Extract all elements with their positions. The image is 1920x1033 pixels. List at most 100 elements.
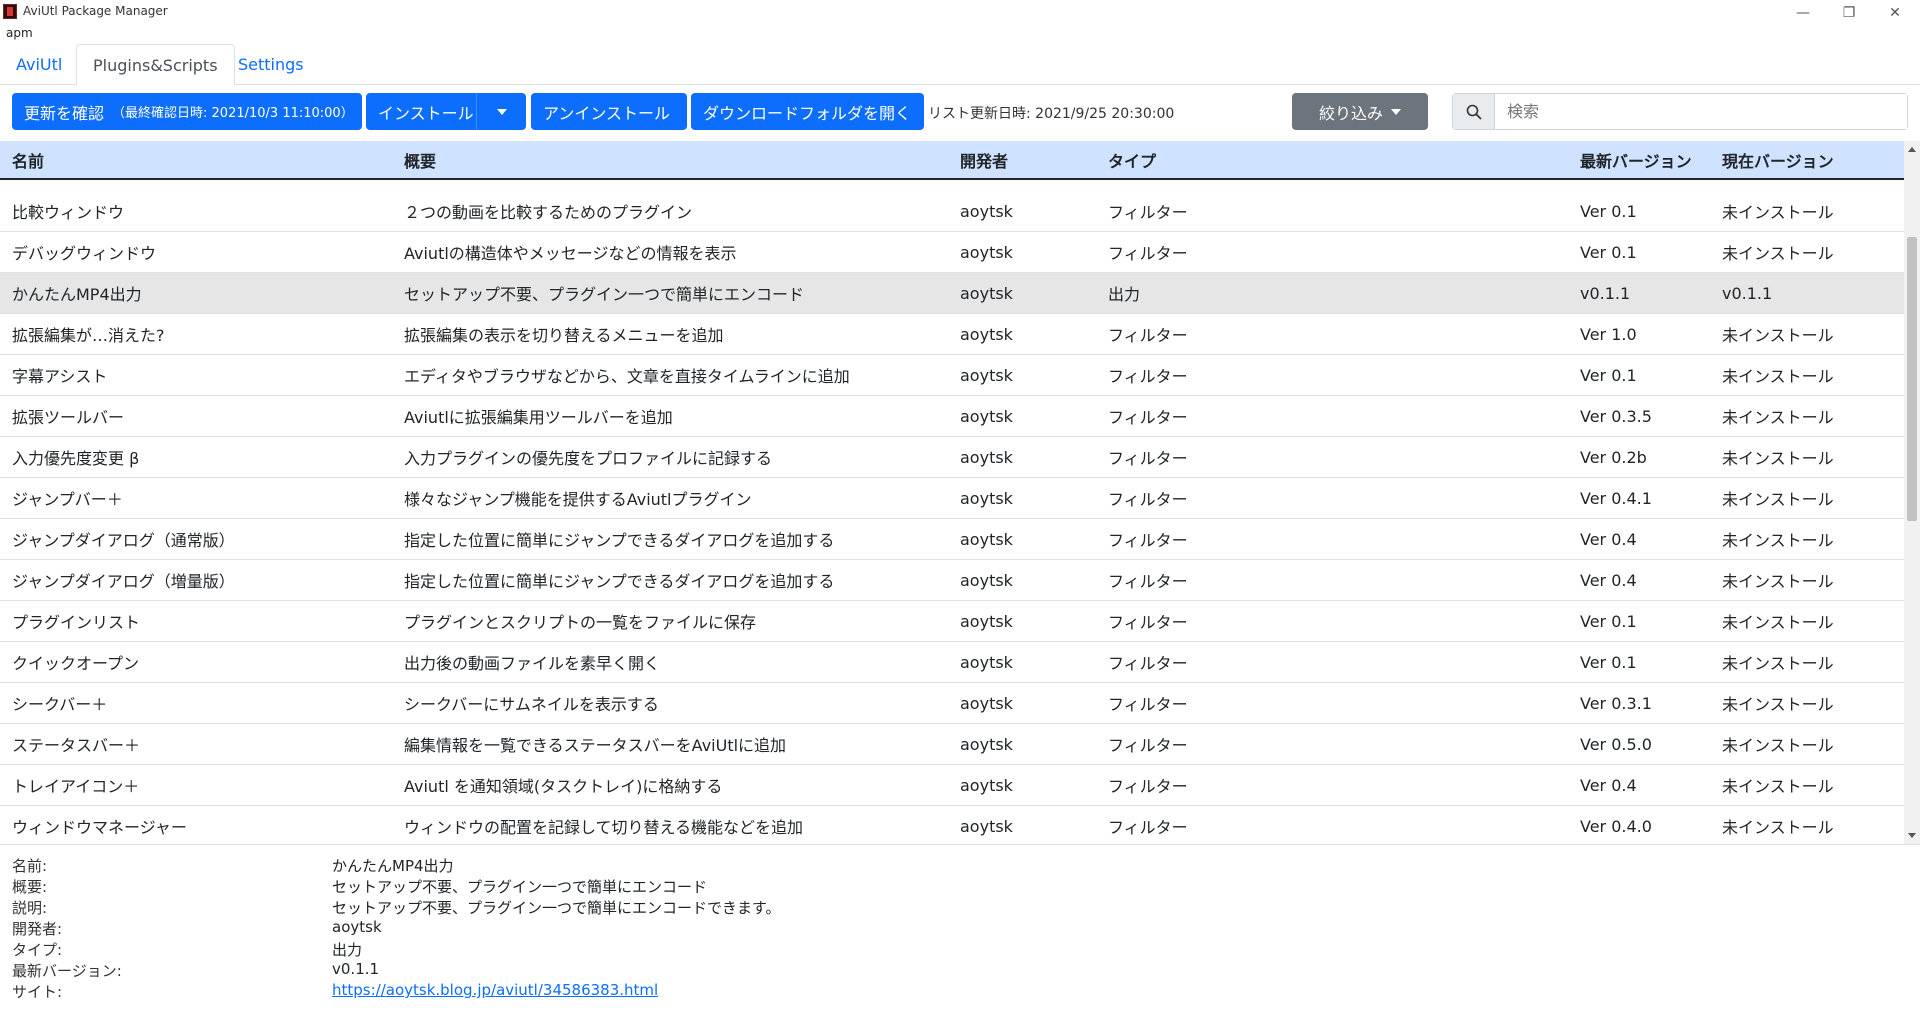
- cell-current-version: 未インストール: [1722, 613, 1834, 632]
- table-row[interactable]: クイックオープン 出力後の動画ファイルを素早く開く aoytsk フィルター Ver 0…: [0, 642, 1904, 683]
- cell-summary: セットアップ不要、プラグイン一つで簡単にエンコード: [404, 285, 805, 304]
- close-button[interactable]: ✕: [1872, 0, 1918, 26]
- window-title: AviUtl Package Manager: [23, 4, 168, 18]
- open-download-folder-button[interactable]: ダウンロードフォルダを開く: [691, 93, 924, 130]
- package-table: 名前 概要 開発者 タイプ 最新バージョン 現在バージョン 比較ウィンドウ ２つの…: [0, 141, 1904, 844]
- cell-latest-version: Ver 0.1: [1580, 242, 1637, 262]
- cell-developer: aoytsk: [960, 816, 1013, 836]
- cell-latest-version: Ver 0.3.1: [1580, 693, 1652, 713]
- scroll-down-arrow-icon[interactable]: [1908, 833, 1916, 838]
- cell-current-version: 未インストール: [1722, 777, 1834, 796]
- header-latest-version[interactable]: 最新バージョン: [1580, 141, 1692, 178]
- table-row[interactable]: 比較ウィンドウ ２つの動画を比較するためのプラグイン aoytsk フィルター Ver …: [0, 191, 1904, 232]
- uninstall-label: アンインストール: [543, 103, 671, 123]
- install-button[interactable]: インストール: [366, 93, 476, 130]
- cell-current-version: 未インストール: [1722, 203, 1834, 222]
- cell-summary: シークバーにサムネイルを表示する: [404, 695, 659, 714]
- cell-current-version: 未インストール: [1722, 818, 1834, 837]
- table-header: 名前 概要 開発者 タイプ 最新バージョン 現在バージョン: [0, 141, 1904, 180]
- cell-name: かんたんMP4出力: [12, 285, 142, 304]
- cell-developer: aoytsk: [960, 734, 1013, 754]
- header-type[interactable]: タイプ: [1108, 141, 1156, 178]
- tab-aviutl[interactable]: AviUtl: [0, 44, 78, 85]
- cell-current-version: v0.1.1: [1722, 283, 1773, 303]
- cell-type: フィルター: [1108, 736, 1188, 755]
- cell-developer: aoytsk: [960, 775, 1013, 795]
- table-row[interactable]: ジャンプバー＋ 様々なジャンプ機能を提供するAviutlプラグイン aoytsk フィ…: [0, 478, 1904, 519]
- table-row[interactable]: ステータスバー＋ 編集情報を一覧できるステータスバーをAviUtlに追加 aoyts…: [0, 724, 1904, 765]
- cell-latest-version: v0.1.1: [1580, 283, 1631, 303]
- cell-name: デバッグウィンドウ: [12, 244, 157, 263]
- cell-developer: aoytsk: [960, 324, 1013, 344]
- table-row[interactable]: 入力優先度変更 β 入力プラグインの優先度をプロファイルに記録する aoytsk フィ…: [0, 437, 1904, 478]
- header-developer[interactable]: 開発者: [960, 141, 1008, 178]
- cell-type: フィルター: [1108, 490, 1188, 509]
- uninstall-button[interactable]: アンインストール: [531, 93, 687, 130]
- detail-row: サイト: https://aoytsk.blog.jp/aviutl/345863…: [0, 977, 1920, 1003]
- cell-type: 出力: [1108, 285, 1141, 304]
- scroll-up-arrow-icon[interactable]: [1908, 147, 1916, 152]
- cell-latest-version: Ver 0.4: [1580, 529, 1637, 549]
- cell-name: シークバー＋: [12, 695, 108, 714]
- table-scrollbar[interactable]: [1904, 141, 1920, 844]
- cell-developer: aoytsk: [960, 242, 1013, 262]
- table-row[interactable]: デバッグウィンドウ Aviutlの構造体やメッセージなどの情報を表示 aoytsk フ…: [0, 232, 1904, 273]
- cell-latest-version: Ver 0.3.5: [1580, 406, 1652, 426]
- cell-type: フィルター: [1108, 695, 1188, 714]
- menu-item-apm[interactable]: apm: [6, 26, 33, 40]
- cell-type: フィルター: [1108, 203, 1188, 222]
- cell-current-version: 未インストール: [1722, 449, 1834, 468]
- table-row[interactable]: プラグインリスト プラグインとスクリプトの一覧をファイルに保存 aoytsk フィルタ…: [0, 601, 1904, 642]
- table-row[interactable]: 拡張編集が…消えた? 拡張編集の表示を切り替えるメニューを追加 aoytsk フィルタ…: [0, 314, 1904, 355]
- header-summary[interactable]: 概要: [404, 141, 436, 178]
- cell-type: フィルター: [1108, 654, 1188, 673]
- cell-type: フィルター: [1108, 613, 1188, 632]
- table-row[interactable]: かんたんMP4出力 セットアップ不要、プラグイン一つで簡単にエンコード aoytsk…: [0, 273, 1904, 314]
- list-updated-text: リスト更新日時: 2021/9/25 20:30:00: [928, 106, 1175, 122]
- cell-developer: aoytsk: [960, 283, 1013, 303]
- minimize-button[interactable]: —: [1780, 0, 1826, 26]
- header-current-version[interactable]: 現在バージョン: [1722, 141, 1834, 178]
- search-input[interactable]: [1495, 94, 1907, 129]
- table-row[interactable]: ウィンドウマネージャー ウィンドウの配置を記録して切り替える機能などを追加 aoyt…: [0, 806, 1904, 844]
- cell-developer: aoytsk: [960, 406, 1013, 426]
- cell-name: 字幕アシスト: [12, 367, 108, 386]
- install-dropdown-toggle[interactable]: [476, 93, 526, 130]
- tab-plugins-scripts[interactable]: Plugins&Scripts: [76, 44, 235, 86]
- table-row[interactable]: トレイアイコン＋ Aviutl を通知領域(タスクトレイ)に格納する aoytsk フ…: [0, 765, 1904, 806]
- cell-summary: Aviutlの構造体やメッセージなどの情報を表示: [404, 244, 737, 263]
- cell-type: フィルター: [1108, 326, 1188, 345]
- chevron-down-icon: [496, 108, 507, 115]
- last-checked-text: （最終確認日時: 2021/10/3 11:10:00）: [112, 106, 354, 121]
- tab-settings[interactable]: Settings: [222, 44, 320, 85]
- cell-summary: Aviutlに拡張編集用ツールバーを追加: [404, 408, 673, 427]
- cell-current-version: 未インストール: [1722, 736, 1834, 755]
- table-row[interactable]: 字幕アシスト エディタやブラウザなどから、文章を直接タイムラインに追加 aoytsk…: [0, 355, 1904, 396]
- filter-dropdown-button[interactable]: 絞り込み: [1292, 93, 1428, 130]
- table-row[interactable]: 拡張ツールバー Aviutlに拡張編集用ツールバーを追加 aoytsk フィルター Ve…: [0, 396, 1904, 437]
- check-update-button[interactable]: 更新を確認 （最終確認日時: 2021/10/3 11:10:00）: [12, 93, 362, 130]
- header-name[interactable]: 名前: [12, 141, 44, 178]
- cell-summary: エディタやブラウザなどから、文章を直接タイムラインに追加: [404, 367, 850, 386]
- cell-latest-version: Ver 0.5.0: [1580, 734, 1652, 754]
- cell-developer: aoytsk: [960, 570, 1013, 590]
- cell-latest-version: Ver 0.1: [1580, 611, 1637, 631]
- cell-name: 比較ウィンドウ: [12, 203, 125, 222]
- cell-developer: aoytsk: [960, 529, 1013, 549]
- detail-value: v0.1.1: [332, 960, 380, 978]
- table-row[interactable]: ジャンプダイアログ（増量版） 指定した位置に簡単にジャンプできるダイアログを追加す…: [0, 560, 1904, 601]
- tab-bar: AviUtl Plugins&Scripts Settings: [0, 44, 1920, 86]
- cell-summary: 拡張編集の表示を切り替えるメニューを追加: [404, 326, 724, 345]
- cell-type: フィルター: [1108, 449, 1188, 468]
- install-label: インストール: [378, 103, 474, 123]
- scrollbar-thumb[interactable]: [1907, 237, 1917, 521]
- restore-button[interactable]: ❐: [1826, 0, 1872, 26]
- table-row[interactable]: ジャンプダイアログ（通常版） 指定した位置に簡単にジャンプできるダイアログを追加す…: [0, 519, 1904, 560]
- table-row[interactable]: シークバー＋ シークバーにサムネイルを表示する aoytsk フィルター Ver 0.3…: [0, 683, 1904, 724]
- cell-summary: 入力プラグインの優先度をプロファイルに記録する: [404, 449, 773, 468]
- site-link[interactable]: https://aoytsk.blog.jp/aviutl/34586383.h…: [332, 981, 658, 999]
- cell-type: フィルター: [1108, 244, 1188, 263]
- cell-developer: aoytsk: [960, 365, 1013, 385]
- cell-type: フィルター: [1108, 818, 1188, 837]
- cell-summary: 編集情報を一覧できるステータスバーをAviUtlに追加: [404, 736, 787, 755]
